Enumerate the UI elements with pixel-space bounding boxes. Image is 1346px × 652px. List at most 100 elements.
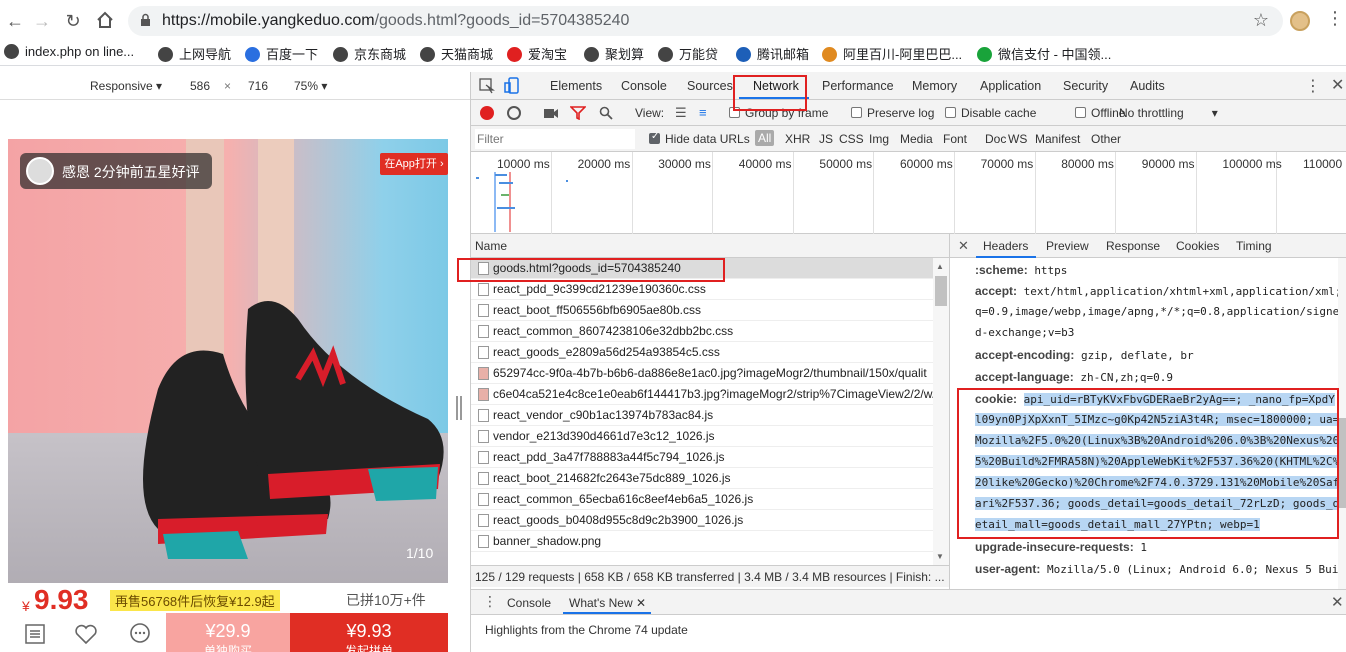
filter-funnel-icon[interactable] bbox=[570, 106, 586, 120]
open-in-app-button[interactable]: 在App打开 › bbox=[380, 153, 448, 175]
bookmark-item[interactable]: 万能贷 bbox=[658, 44, 718, 64]
forward-arrow-icon[interactable]: → bbox=[31, 10, 53, 32]
bookmark-item[interactable]: 阿里百川-阿里巴巴... bbox=[822, 44, 962, 64]
large-rows-icon[interactable]: ☰ bbox=[675, 105, 687, 121]
header-value: text/html,application/xhtml+xml,applicat… bbox=[1023, 285, 1342, 298]
close-drawer-icon[interactable]: ✕ bbox=[1331, 593, 1344, 611]
detail-tab-cookies[interactable]: Cookies bbox=[1176, 239, 1219, 253]
start-group-buy-button[interactable]: ¥9.93 发起拼单 bbox=[290, 613, 448, 652]
device-height-input[interactable]: 716 bbox=[248, 79, 268, 93]
request-row[interactable]: react_goods_b0408d955c8d9c2b3900_1026.js bbox=[471, 510, 933, 531]
filter-input[interactable] bbox=[475, 129, 635, 149]
tab-security[interactable]: Security bbox=[1063, 79, 1108, 93]
detail-tab-preview[interactable]: Preview bbox=[1046, 239, 1089, 253]
type-filter-img[interactable]: Img bbox=[869, 132, 889, 146]
zoom-select[interactable]: 75% ▾ bbox=[294, 79, 327, 93]
bookmark-item[interactable]: index.php on line... bbox=[4, 44, 134, 64]
devtools-menu-icon[interactable]: ⋮ bbox=[1305, 76, 1321, 96]
request-row[interactable]: react_vendor_c90b1ac13974b783ac84.js bbox=[471, 405, 933, 426]
list-icon[interactable] bbox=[24, 623, 46, 645]
request-row[interactable]: c6e04ca521e4c8ce1e0eab6f144417b3.jpg?ima… bbox=[471, 384, 933, 405]
group-buy-label: 发起拼单 bbox=[344, 644, 393, 652]
request-row[interactable]: react_boot_214682fc2643e75dc889_1026.js bbox=[471, 468, 933, 489]
buy-alone-button[interactable]: ¥29.9 单独购买 bbox=[166, 613, 290, 652]
close-tab-icon[interactable]: ✕ bbox=[636, 596, 646, 610]
home-icon[interactable] bbox=[94, 10, 116, 32]
profile-avatar[interactable] bbox=[1290, 11, 1310, 31]
detail-scrollbar[interactable] bbox=[1338, 258, 1346, 589]
bookmark-item[interactable]: 天猫商城 bbox=[420, 44, 493, 64]
drawer-menu-icon[interactable]: ⋮ bbox=[483, 593, 497, 610]
bookmark-item[interactable]: 百度一下 bbox=[245, 44, 318, 64]
request-row[interactable]: 652974cc-9f0a-4b7b-b6b6-da886e8e1ac0.jpg… bbox=[471, 363, 933, 384]
name-column-header[interactable]: Name bbox=[471, 234, 949, 258]
back-arrow-icon[interactable]: ← bbox=[4, 10, 26, 32]
address-bar[interactable]: https://mobile.yangkeduo.com/goods.html?… bbox=[128, 6, 1283, 36]
type-filter-css[interactable]: CSS bbox=[839, 132, 864, 146]
tab-elements[interactable]: Elements bbox=[550, 79, 602, 93]
offline-checkbox[interactable]: Offline bbox=[1075, 106, 1125, 120]
bookmark-label: index.php on line... bbox=[25, 44, 135, 59]
request-row[interactable]: react_goods_e2809a56d254a93854c5.css bbox=[471, 342, 933, 363]
header-value: 1 bbox=[1140, 541, 1147, 554]
close-devtools-icon[interactable]: ✕ bbox=[1331, 75, 1344, 95]
type-filter-xhr[interactable]: XHR bbox=[785, 132, 810, 146]
scroll-thumb[interactable] bbox=[935, 276, 947, 306]
tab-application[interactable]: Application bbox=[980, 79, 1041, 93]
resize-handle[interactable] bbox=[456, 396, 462, 420]
detail-tab-response[interactable]: Response bbox=[1106, 239, 1160, 253]
type-filter-ws[interactable]: WS bbox=[1008, 132, 1027, 146]
request-row[interactable]: react_boot_ff506556bfb6905ae80b.css bbox=[471, 300, 933, 321]
tab-performance[interactable]: Performance bbox=[822, 79, 894, 93]
tab-console[interactable]: Console bbox=[621, 79, 667, 93]
bookmark-item[interactable]: 京东商城 bbox=[333, 44, 406, 64]
type-filter-doc[interactable]: Doc bbox=[985, 132, 1006, 146]
hide-data-urls-checkbox[interactable]: Hide data URLs bbox=[649, 131, 750, 146]
bookmark-item[interactable]: 微信支付 - 中国领... bbox=[977, 44, 1111, 64]
bookmark-item[interactable]: 爱淘宝 bbox=[507, 44, 567, 64]
tab-audits[interactable]: Audits bbox=[1130, 79, 1165, 93]
type-filter-manifest[interactable]: Manifest bbox=[1035, 132, 1080, 146]
throttling-select[interactable]: No throttling ▾ bbox=[1119, 106, 1218, 120]
favorite-heart-icon[interactable] bbox=[74, 623, 98, 645]
bookmark-item[interactable]: 聚划算 bbox=[584, 44, 644, 64]
type-filter-all[interactable]: All bbox=[755, 130, 775, 146]
request-row[interactable]: react_common_65ecba616c8eef4eb6a5_1026.j… bbox=[471, 489, 933, 510]
bookmark-item[interactable]: 上网导航 bbox=[158, 44, 231, 64]
tab-sources[interactable]: Sources bbox=[687, 79, 733, 93]
request-row[interactable]: react_pdd_9c399cd21239e190360c.css bbox=[471, 279, 933, 300]
sold-count: 已拼10万+件 bbox=[346, 592, 426, 608]
chat-bubble-icon[interactable] bbox=[128, 622, 152, 646]
drawer-tab-whats-new[interactable]: What's New ✕ bbox=[569, 596, 646, 610]
screenshot-camera-icon[interactable] bbox=[543, 107, 559, 119]
record-icon[interactable] bbox=[480, 106, 494, 120]
inspect-element-icon[interactable] bbox=[479, 78, 495, 94]
waterfall-icon[interactable]: ≡ bbox=[699, 105, 707, 120]
detail-tab-timing[interactable]: Timing bbox=[1236, 239, 1272, 253]
search-icon[interactable] bbox=[599, 106, 613, 120]
tab-memory[interactable]: Memory bbox=[912, 79, 957, 93]
request-list-scrollbar[interactable]: ▲ ▼ bbox=[933, 258, 949, 566]
device-width-input[interactable]: 586 bbox=[190, 79, 210, 93]
type-filter-font[interactable]: Font bbox=[943, 132, 967, 146]
preserve-log-checkbox[interactable]: Preserve log bbox=[851, 106, 934, 120]
request-row[interactable]: react_pdd_3a47f788883a44f5c794_1026.js bbox=[471, 447, 933, 468]
request-row[interactable]: react_common_86074238106e32dbb2bc.css bbox=[471, 321, 933, 342]
drawer-tab-console[interactable]: Console bbox=[507, 596, 551, 610]
browser-menu-icon[interactable]: ⋮ bbox=[1326, 8, 1344, 29]
request-row[interactable]: banner_shadow.png bbox=[471, 531, 933, 552]
type-filter-other[interactable]: Other bbox=[1091, 132, 1121, 146]
type-filter-js[interactable]: JS bbox=[819, 132, 833, 146]
bookmark-item[interactable]: 腾讯邮箱 bbox=[736, 44, 809, 64]
device-toggle-icon[interactable] bbox=[504, 77, 520, 95]
clear-icon[interactable] bbox=[507, 106, 521, 120]
close-detail-icon[interactable]: ✕ bbox=[958, 238, 969, 254]
reload-icon[interactable]: ↻ bbox=[62, 10, 84, 32]
disable-cache-checkbox[interactable]: Disable cache bbox=[945, 106, 1036, 120]
bookmark-star-icon[interactable]: ☆ bbox=[1253, 10, 1269, 31]
product-image[interactable]: 感恩 2分钟前五星好评 在App打开 › 1/10 bbox=[8, 139, 448, 583]
request-row[interactable]: vendor_e213d390d4661d7e3c12_1026.js bbox=[471, 426, 933, 447]
device-mode-select[interactable]: Responsive ▾ bbox=[90, 79, 162, 93]
detail-tab-headers[interactable]: Headers bbox=[983, 239, 1028, 253]
type-filter-media[interactable]: Media bbox=[900, 132, 933, 146]
